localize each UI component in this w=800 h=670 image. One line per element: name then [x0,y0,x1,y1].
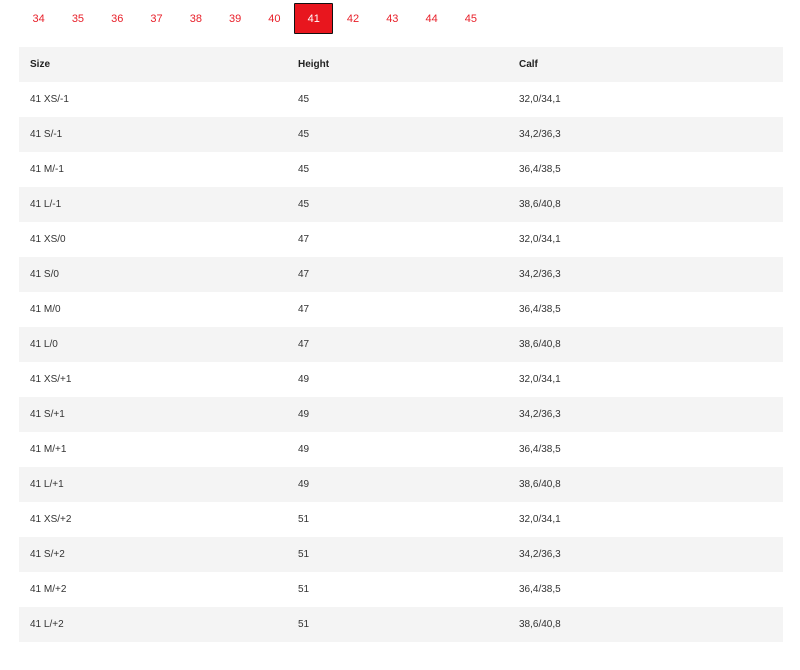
size-cell: 41 S/+2 [19,537,287,572]
table-row: 41 M/-1 45 36,4/38,5 [19,152,783,187]
size-tab[interactable]: 37 [137,3,176,34]
size-tab[interactable]: 35 [58,3,97,34]
table-row: 41 L/-1 45 38,6/40,8 [19,187,783,222]
calf-cell: 36,4/38,5 [508,572,783,607]
calf-cell: 38,6/40,8 [508,327,783,362]
size-cell: 41 S/-1 [19,117,287,152]
calf-cell: 36,4/38,5 [508,432,783,467]
table-row: 41 XS/+1 49 32,0/34,1 [19,362,783,397]
size-tab[interactable]: 39 [215,3,254,34]
calf-cell: 32,0/34,1 [508,82,783,117]
size-tab[interactable]: 34 [19,3,58,34]
table-row: 41 S/0 47 34,2/36,3 [19,257,783,292]
height-cell: 47 [287,222,508,257]
height-cell: 45 [287,82,508,117]
table-row: 41 M/0 47 36,4/38,5 [19,292,783,327]
height-cell: 51 [287,537,508,572]
size-cell: 41 M/+1 [19,432,287,467]
height-cell: 45 [287,117,508,152]
calf-cell: 32,0/34,1 [508,362,783,397]
size-cell: 41 XS/+2 [19,502,287,537]
height-cell: 47 [287,292,508,327]
size-tab[interactable]: 43 [373,3,412,34]
size-cell: 41 L/0 [19,327,287,362]
height-cell: 47 [287,327,508,362]
height-cell: 49 [287,467,508,502]
calf-cell: 38,6/40,8 [508,187,783,222]
height-cell: 51 [287,572,508,607]
table-row: 41 L/0 47 38,6/40,8 [19,327,783,362]
table-row: 41 S/-1 45 34,2/36,3 [19,117,783,152]
size-cell: 41 L/-1 [19,187,287,222]
calf-cell: 38,6/40,8 [508,467,783,502]
calf-cell: 34,2/36,3 [508,397,783,432]
size-tab[interactable]: 40 [255,3,294,34]
calf-cell: 34,2/36,3 [508,257,783,292]
calf-cell: 36,4/38,5 [508,292,783,327]
table-row: 41 XS/+2 51 32,0/34,1 [19,502,783,537]
table-header-row: Size Height Calf [19,47,783,82]
size-cell: 41 XS/+1 [19,362,287,397]
size-cell: 41 XS/0 [19,222,287,257]
calf-cell: 34,2/36,3 [508,537,783,572]
column-header-calf: Calf [508,47,783,82]
table-row: 41 S/+1 49 34,2/36,3 [19,397,783,432]
height-cell: 45 [287,187,508,222]
table-row: 41 S/+2 51 34,2/36,3 [19,537,783,572]
height-cell: 49 [287,397,508,432]
height-cell: 47 [287,257,508,292]
size-tab[interactable]: 36 [98,3,137,34]
table-row: 41 L/+2 51 38,6/40,8 [19,607,783,642]
size-chart-table: Size Height Calf 41 XS/-1 45 32,0/34,1 41 S… [19,47,783,642]
size-tab[interactable]: 45 [451,3,490,34]
calf-cell: 32,0/34,1 [508,222,783,257]
table-body: 41 XS/-1 45 32,0/34,1 41 S/-1 45 34,2/36,3 41 … [19,82,783,642]
height-cell: 49 [287,362,508,397]
size-tab[interactable]: 38 [176,3,215,34]
height-cell: 51 [287,607,508,642]
table-row: 41 XS/-1 45 32,0/34,1 [19,82,783,117]
size-cell: 41 L/+2 [19,607,287,642]
size-cell: 41 M/+2 [19,572,287,607]
size-tab[interactable]: 44 [412,3,451,34]
size-tab[interactable]: 42 [333,3,372,34]
table-row: 41 M/+1 49 36,4/38,5 [19,432,783,467]
size-cell: 41 M/0 [19,292,287,327]
size-tab-active[interactable]: 41 [294,3,334,34]
height-cell: 51 [287,502,508,537]
table-row: 41 XS/0 47 32,0/34,1 [19,222,783,257]
column-header-size: Size [19,47,287,82]
height-cell: 49 [287,432,508,467]
size-cell: 41 S/0 [19,257,287,292]
calf-cell: 36,4/38,5 [508,152,783,187]
calf-cell: 32,0/34,1 [508,502,783,537]
calf-cell: 38,6/40,8 [508,607,783,642]
calf-cell: 34,2/36,3 [508,117,783,152]
size-tabs: 34 35 36 37 38 39 40 41 42 43 44 45 [19,3,491,34]
height-cell: 45 [287,152,508,187]
size-cell: 41 S/+1 [19,397,287,432]
column-header-height: Height [287,47,508,82]
table-row: 41 L/+1 49 38,6/40,8 [19,467,783,502]
size-cell: 41 XS/-1 [19,82,287,117]
size-cell: 41 L/+1 [19,467,287,502]
size-cell: 41 M/-1 [19,152,287,187]
table-row: 41 M/+2 51 36,4/38,5 [19,572,783,607]
